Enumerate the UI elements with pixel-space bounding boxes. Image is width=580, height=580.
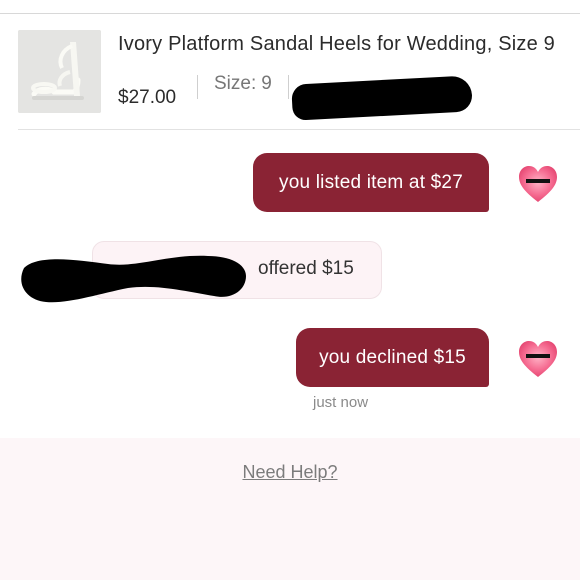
offer-message-text: offered $15 <box>258 258 354 279</box>
footer <box>0 438 580 580</box>
message-text: you listed item at $27 <box>279 171 463 193</box>
item-title[interactable]: Ivory Platform Sandal Heels for Wedding,… <box>118 30 558 58</box>
heart-icon <box>519 166 557 202</box>
price-size-divider <box>197 75 198 99</box>
size-seller-divider <box>288 75 289 99</box>
listing-header[interactable]: Ivory Platform Sandal Heels for Wedding,… <box>0 14 580 129</box>
need-help-text[interactable]: Need Help? <box>242 462 337 482</box>
sandal-image <box>18 30 101 113</box>
size-label: Size: <box>214 73 257 94</box>
header-divider <box>18 129 580 130</box>
item-thumbnail[interactable] <box>18 30 101 113</box>
item-price: $27.00 <box>118 87 177 108</box>
message-text: you declined $15 <box>319 346 466 368</box>
size-value: 9 <box>261 73 272 94</box>
redaction-mark <box>526 179 550 183</box>
redaction-mark <box>21 255 247 303</box>
message-bubble-listed: you listed item at $27 <box>253 153 489 212</box>
heart-icon <box>519 341 557 377</box>
redaction-mark <box>526 354 550 358</box>
heart-avatar[interactable] <box>517 164 559 206</box>
item-size: Size: 9 <box>214 73 272 95</box>
message-timestamp: just now <box>313 394 369 411</box>
message-bubble-declined: you declined $15 <box>296 328 489 387</box>
need-help-link[interactable]: Need Help? <box>0 462 580 483</box>
heart-avatar[interactable] <box>517 339 559 381</box>
